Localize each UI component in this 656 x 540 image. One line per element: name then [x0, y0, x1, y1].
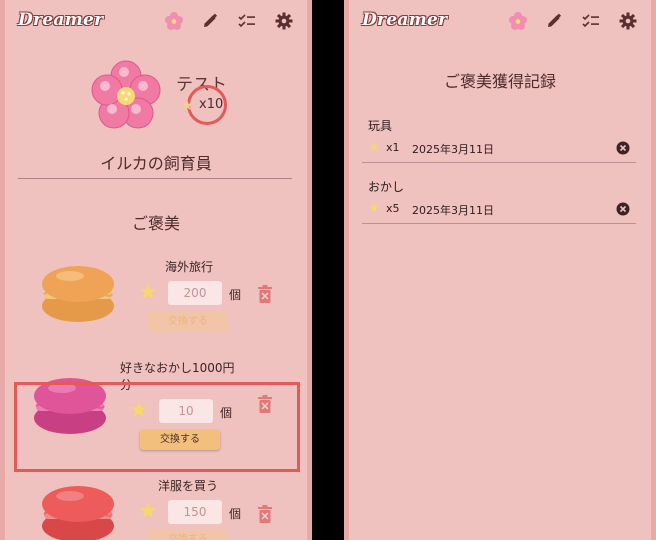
star-icon: ★	[368, 140, 380, 155]
divider	[18, 178, 292, 179]
trash-icon[interactable]	[257, 285, 273, 303]
macaron-image	[42, 486, 114, 540]
unit-label: 個	[229, 507, 242, 521]
history-title: ご褒美獲得記録	[443, 72, 556, 91]
screen-edge	[307, 0, 312, 540]
checklist-icon[interactable]	[580, 10, 602, 32]
reward-title: 海外旅行	[165, 260, 214, 274]
flower-icon[interactable]	[163, 10, 185, 32]
profile-role: イルカの飼育員	[100, 154, 212, 173]
avatar	[88, 58, 164, 134]
gear-icon[interactable]	[273, 10, 295, 32]
star-icon: ★	[138, 280, 158, 305]
unit-label: 個	[229, 288, 242, 302]
star-count: x10	[199, 97, 224, 112]
star-icon: ★	[181, 98, 194, 114]
entry-date: 2025年3月11日	[412, 143, 494, 156]
star-icon: ★	[138, 499, 158, 524]
history-group-title: 玩具	[368, 119, 393, 133]
app-logo: Dreamer	[18, 10, 104, 30]
cost-input[interactable]	[168, 281, 222, 305]
divider	[362, 162, 636, 163]
rewards-screen: Dreamer テスト ★ x10 イルカの飼育員 ご褒美 海外旅行 ★ 200…	[0, 0, 312, 540]
app-logo: Dreamer	[362, 10, 448, 30]
exchange-button[interactable]: 交換する	[148, 530, 228, 540]
reward-title: 洋服を買う	[158, 479, 219, 493]
section-title: ご褒美	[131, 214, 180, 233]
trash-icon[interactable]	[257, 505, 273, 523]
history-entry: ★ x1 2025年3月11日	[362, 135, 636, 161]
delete-icon[interactable]	[616, 141, 630, 155]
history-screen: Dreamer ご褒美獲得記録 玩具 ★ x1 2025年3月11日 おかし ★…	[344, 0, 656, 540]
pencil-icon[interactable]	[543, 10, 565, 32]
gear-icon[interactable]	[617, 10, 639, 32]
checklist-icon[interactable]	[236, 10, 258, 32]
pencil-icon[interactable]	[199, 10, 221, 32]
entry-date: 2025年3月11日	[412, 204, 494, 217]
divider	[362, 223, 636, 224]
star-icon: ★	[368, 201, 380, 216]
entry-qty: x5	[386, 202, 400, 215]
flower-icon[interactable]	[507, 10, 529, 32]
entry-qty: x1	[386, 141, 400, 154]
history-group-title: おかし	[368, 180, 405, 194]
macaron-image	[42, 266, 114, 322]
delete-icon[interactable]	[616, 202, 630, 216]
history-entry: ★ x5 2025年3月11日	[362, 196, 636, 222]
star-counter: ★ x10	[181, 85, 231, 126]
highlight-box	[14, 382, 300, 472]
cost-input[interactable]	[168, 500, 222, 524]
exchange-button[interactable]: 交換する	[148, 312, 228, 332]
screen-edge	[0, 0, 5, 540]
